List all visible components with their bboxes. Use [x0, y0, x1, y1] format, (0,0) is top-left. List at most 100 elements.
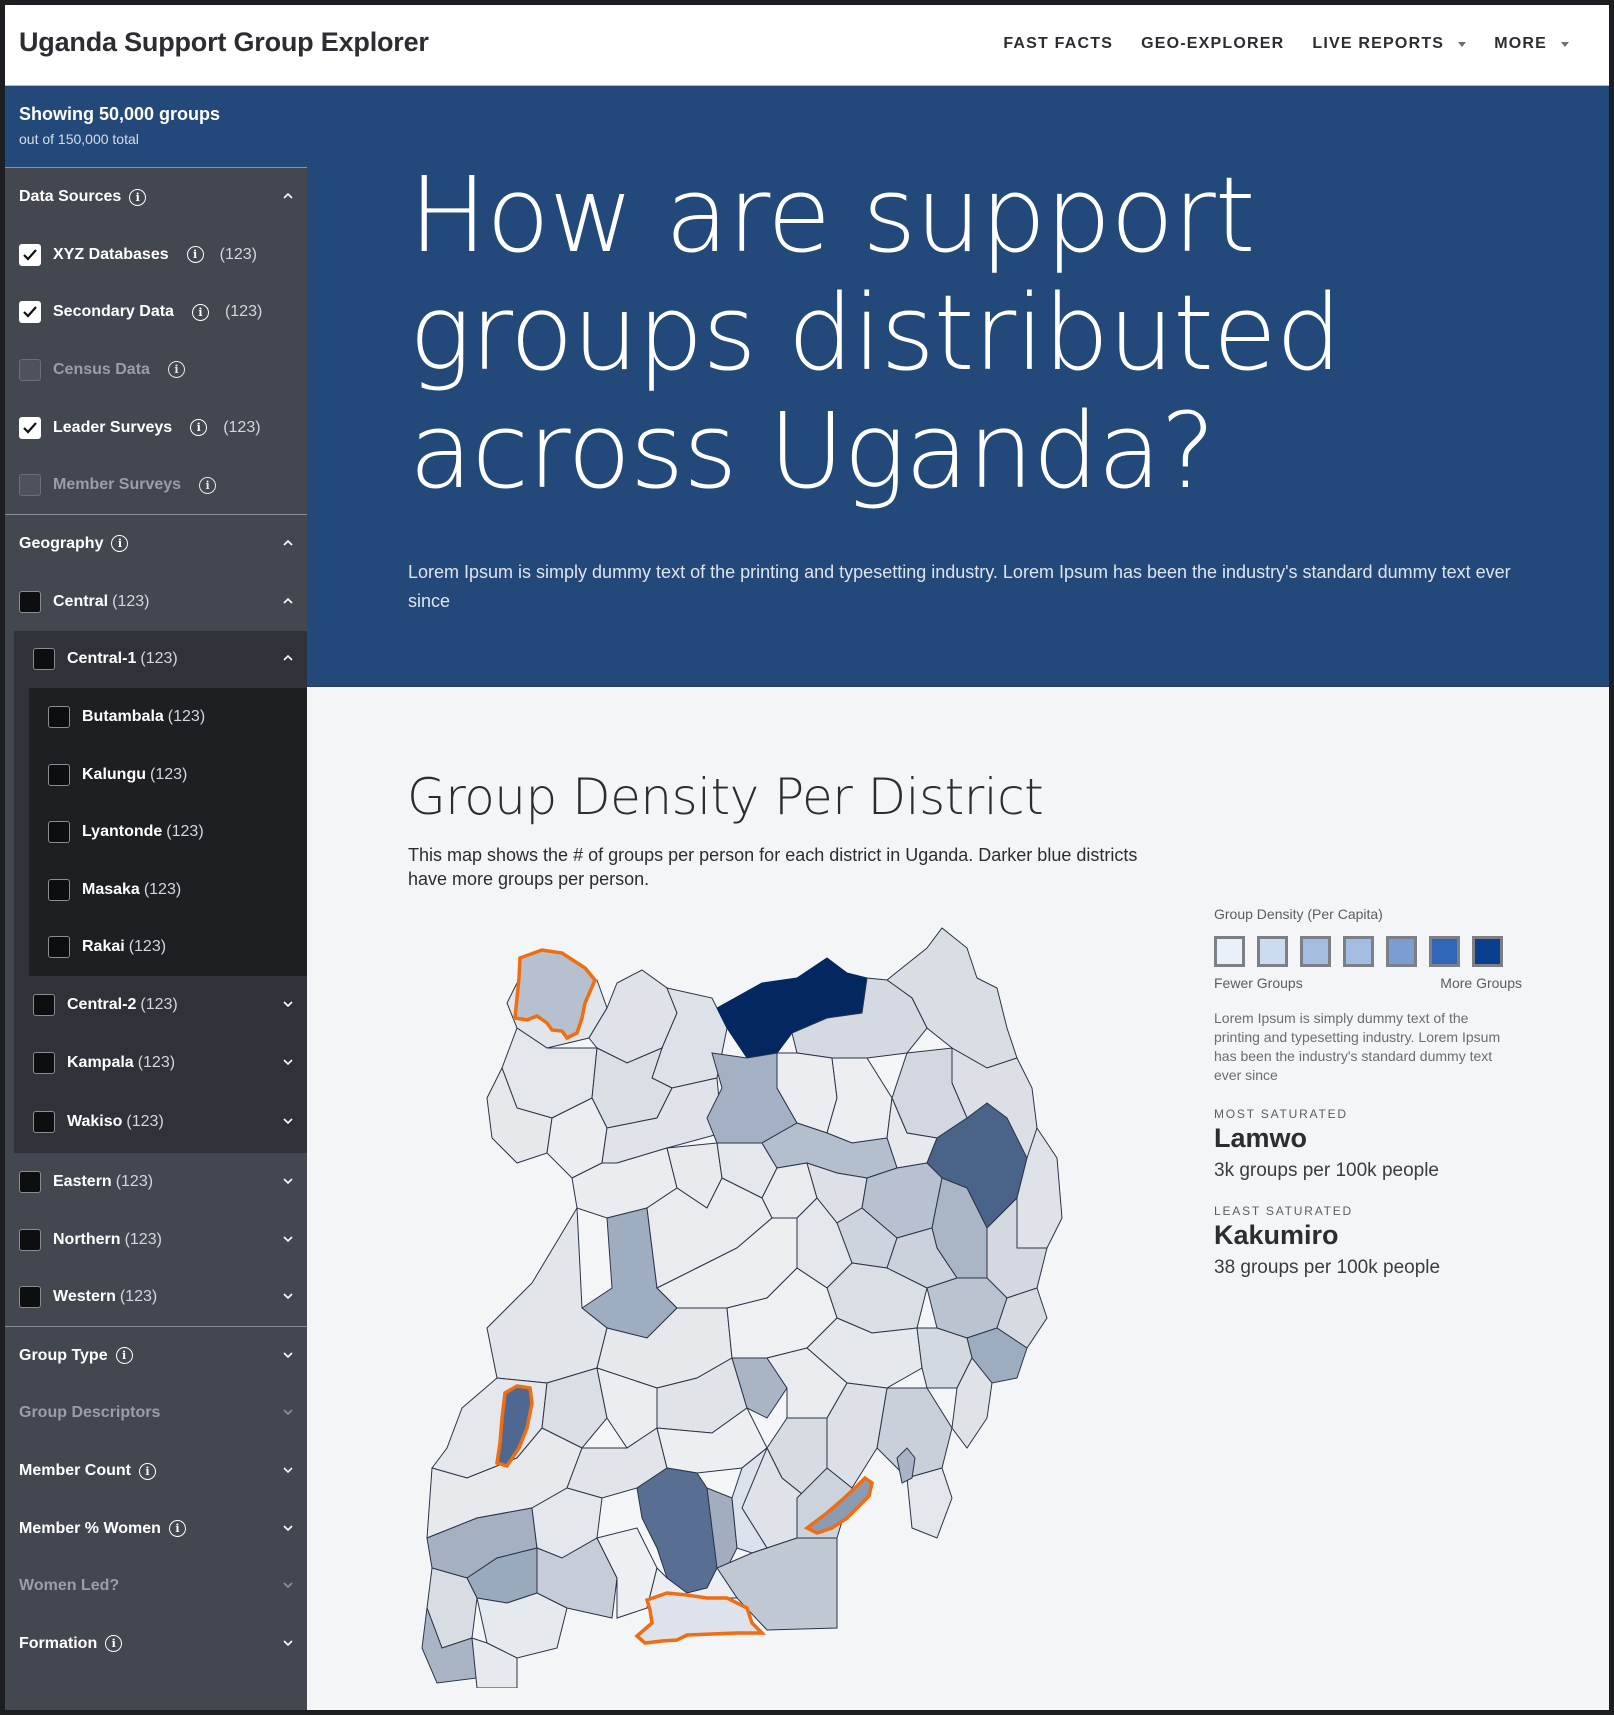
district-butambala[interactable]: Butambala (123) [29, 688, 307, 746]
district-masaka[interactable]: Masaka (123) [29, 861, 307, 919]
filter-member-pct-women[interactable]: Member % Women i [5, 1500, 307, 1558]
checkbox[interactable] [33, 1051, 55, 1074]
info-icon[interactable]: i [191, 303, 209, 321]
checkbox[interactable] [19, 1228, 41, 1251]
filter-leader-surveys[interactable]: Leader Surveys i (123) [5, 399, 307, 457]
checkbox[interactable] [19, 590, 41, 613]
chevron-down-icon[interactable] [283, 1292, 293, 1302]
checkbox[interactable] [48, 878, 70, 901]
legend-swatch [1472, 936, 1503, 967]
legend-swatch [1343, 936, 1374, 967]
nav-geo-explorer[interactable]: GEO-EXPLORER [1141, 35, 1284, 53]
subregion-central-1[interactable]: Central-1 (123) [14, 631, 307, 689]
checkbox-disabled [19, 474, 41, 497]
section-label: Group Descriptors [19, 1404, 161, 1422]
region-central[interactable]: Central (123) [5, 573, 307, 631]
filter-xyz-databases[interactable]: XYZ Databases i (123) [5, 226, 307, 284]
filter-women-led: Women Led? [5, 1557, 307, 1615]
district[interactable] [826, 1057, 893, 1144]
chevron-up-icon[interactable] [283, 597, 293, 607]
district[interactable] [906, 1467, 953, 1539]
filter-secondary-data[interactable]: Secondary Data i (123) [5, 284, 307, 342]
nav-fast-facts[interactable]: FAST FACTS [1003, 35, 1113, 53]
nav-more[interactable]: MORE [1494, 35, 1569, 53]
info-icon[interactable]: i [139, 1462, 156, 1480]
subregion-kampala[interactable]: Kampala (123) [14, 1034, 307, 1092]
subregion-label: Central-1 [67, 650, 137, 668]
district-count: (123) [150, 765, 188, 783]
district-layer [421, 927, 1063, 1688]
info-icon[interactable]: i [111, 535, 129, 553]
nav-live-reports[interactable]: LIVE REPORTS [1312, 35, 1467, 53]
nav-label: GEO-EXPLORER [1141, 35, 1285, 52]
checkbox-checked[interactable] [19, 416, 41, 439]
section-label: Group Type [19, 1346, 108, 1364]
checkbox-disabled [19, 358, 41, 381]
checkbox[interactable] [33, 1111, 55, 1134]
subregion-wakiso[interactable]: Wakiso (123) [14, 1091, 307, 1153]
district-label: Lyantonde [82, 823, 163, 841]
checkbox[interactable] [48, 705, 70, 728]
filter-count: (123) [223, 418, 261, 436]
subregion-central-2[interactable]: Central-2 (123) [14, 976, 307, 1034]
info-icon[interactable]: i [168, 1520, 186, 1538]
legend-swatch [1386, 936, 1417, 967]
chevron-down-icon[interactable] [283, 1466, 293, 1476]
district-kalungu[interactable]: Kalungu (123) [29, 746, 307, 804]
district-label: Kalungu [82, 765, 146, 783]
checkbox[interactable] [33, 648, 55, 671]
subregion-count: (123) [137, 1053, 176, 1071]
geography-header[interactable]: Geography i [5, 515, 307, 573]
chevron-down-icon[interactable] [283, 1235, 293, 1245]
checkbox[interactable] [48, 821, 70, 844]
checkbox[interactable] [33, 993, 55, 1016]
checkbox-checked[interactable] [19, 301, 41, 324]
district[interactable] [486, 1206, 608, 1384]
chevron-up-icon[interactable] [283, 539, 293, 549]
filter-formation[interactable]: Formation i [5, 1615, 307, 1673]
legend-swatches [1214, 936, 1534, 967]
region-eastern[interactable]: Eastern (123) [5, 1153, 307, 1211]
info-icon[interactable]: i [186, 246, 204, 264]
chevron-down-icon[interactable] [283, 1117, 293, 1127]
info-icon[interactable]: i [129, 188, 147, 206]
region-northern[interactable]: Northern (123) [5, 1211, 307, 1269]
checkbox-checked[interactable] [19, 243, 41, 266]
region-label: Northern [53, 1230, 121, 1248]
checkbox[interactable] [48, 936, 70, 959]
app-title[interactable]: Uganda Support Group Explorer [19, 27, 429, 58]
info-icon[interactable]: i [115, 1347, 133, 1365]
data-sources-header[interactable]: Data Sources i [5, 168, 307, 226]
info-icon[interactable]: i [199, 476, 217, 494]
chevron-down-icon[interactable] [283, 1639, 293, 1649]
filter-count: (123) [224, 303, 263, 321]
checkbox[interactable] [19, 1286, 41, 1309]
chevron-down-icon [283, 1581, 293, 1591]
subregion-label: Central-2 [67, 995, 137, 1013]
checkbox[interactable] [48, 763, 70, 786]
district-count: (123) [167, 707, 206, 725]
chevron-down-icon[interactable] [283, 1058, 293, 1068]
filter-member-count[interactable]: Member Count i [5, 1442, 307, 1500]
chevron-down-icon[interactable] [283, 1351, 293, 1361]
district-lyantonde[interactable]: Lyantonde (123) [29, 803, 307, 861]
info-icon[interactable]: i [105, 1635, 123, 1653]
chevron-down-icon[interactable] [283, 1000, 293, 1010]
legend-swatch [1257, 936, 1288, 967]
info-icon[interactable]: i [167, 361, 185, 379]
most-saturated-label: MOST SATURATED [1214, 1107, 1348, 1121]
chevron-up-icon[interactable] [283, 654, 293, 664]
checkbox[interactable] [19, 1171, 41, 1194]
filter-label: XYZ Databases [53, 245, 169, 263]
region-label: Eastern [53, 1173, 112, 1191]
legend-high-label: More Groups [1440, 975, 1522, 991]
filter-group-type[interactable]: Group Type i [5, 1327, 307, 1385]
chevron-down-icon[interactable] [283, 1177, 293, 1187]
uganda-district-map[interactable] [367, 888, 1087, 1688]
chevron-up-icon[interactable] [283, 192, 293, 202]
info-icon[interactable]: i [190, 419, 208, 437]
region-western[interactable]: Western (123) [5, 1269, 307, 1327]
chevron-down-icon[interactable] [283, 1524, 293, 1534]
district-rakai[interactable]: Rakai (123) [29, 919, 307, 977]
hero-banner: How are support groups distributed acros… [307, 86, 1609, 687]
